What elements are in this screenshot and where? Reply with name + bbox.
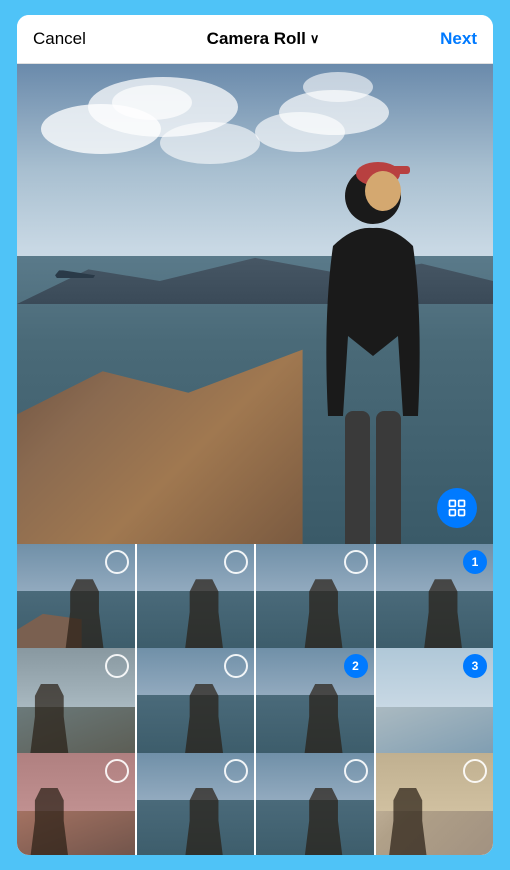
thumbnail-12[interactable]	[376, 753, 494, 855]
thumbnail-2[interactable]	[137, 544, 255, 662]
select-circle-7[interactable]: 2	[344, 654, 368, 678]
select-circle-10[interactable]	[224, 759, 248, 783]
main-preview-image	[17, 64, 493, 544]
expand-icon	[447, 498, 467, 518]
nav-bar: Cancel Camera Roll ∨ Next	[17, 15, 493, 64]
cloud	[160, 122, 260, 164]
thumbnail-5[interactable]	[17, 648, 135, 766]
thumbnail-8[interactable]: 3	[376, 648, 494, 766]
thumbnail-6[interactable]	[137, 648, 255, 766]
cloud	[303, 72, 373, 102]
phone-container: Cancel Camera Roll ∨ Next	[17, 15, 493, 855]
thumbnail-7[interactable]: 2	[256, 648, 374, 766]
chevron-down-icon: ∨	[310, 31, 320, 47]
person-silhouette	[293, 136, 453, 544]
select-circle-9[interactable]	[105, 759, 129, 783]
select-circle-2[interactable]	[224, 550, 248, 574]
next-button[interactable]: Next	[440, 29, 477, 49]
thumbnail-11[interactable]	[256, 753, 374, 855]
thumbnail-9[interactable]	[17, 753, 135, 855]
thumbnail-1[interactable]	[17, 544, 135, 662]
select-circle-5[interactable]	[105, 654, 129, 678]
cancel-button[interactable]: Cancel	[33, 29, 86, 49]
camera-roll-dropdown[interactable]: Camera Roll ∨	[207, 29, 320, 49]
camera-roll-title: Camera Roll	[207, 29, 306, 49]
select-circle-3[interactable]	[344, 550, 368, 574]
thumbnail-grid: 1 2	[17, 544, 493, 855]
person-svg	[293, 136, 453, 544]
thumbnail-4[interactable]: 1	[376, 544, 494, 662]
select-circle-4[interactable]: 1	[463, 550, 487, 574]
select-circle-11[interactable]	[344, 759, 368, 783]
select-circle-1[interactable]	[105, 550, 129, 574]
expand-button[interactable]	[437, 488, 477, 528]
thumbnail-10[interactable]	[137, 753, 255, 855]
preview-scene	[17, 64, 493, 544]
thumbnail-3[interactable]	[256, 544, 374, 662]
select-circle-12[interactable]	[463, 759, 487, 783]
